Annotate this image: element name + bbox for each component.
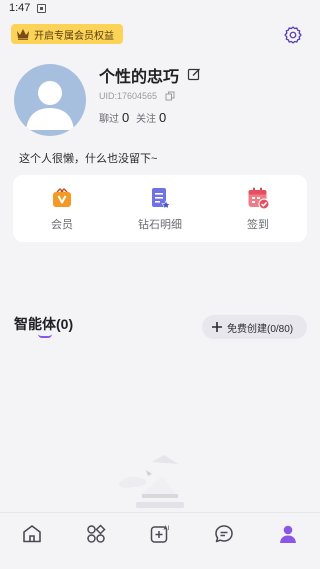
svg-text:AI: AI bbox=[164, 525, 170, 532]
sim-icon bbox=[37, 4, 46, 13]
stat-chatted[interactable]: 聊过 0 bbox=[99, 110, 129, 125]
quick-action-vip[interactable]: 会员 bbox=[13, 175, 111, 242]
vip-bag-icon bbox=[53, 188, 71, 207]
quick-actions-card: 会员 钻石明细 签到 bbox=[13, 175, 307, 242]
status-time: 1:47 bbox=[9, 2, 31, 14]
tab-profile[interactable] bbox=[276, 522, 300, 546]
crown-icon bbox=[17, 29, 29, 40]
stat-value: 0 bbox=[159, 110, 167, 125]
empty-state-illustration bbox=[119, 455, 184, 508]
tab-discover[interactable] bbox=[84, 522, 108, 546]
edit-icon[interactable] bbox=[187, 67, 201, 81]
gear-icon bbox=[284, 26, 302, 44]
tab-home[interactable] bbox=[20, 522, 44, 546]
chat-icon bbox=[215, 525, 233, 543]
copy-icon[interactable] bbox=[165, 91, 175, 101]
stat-following[interactable]: 关注 0 bbox=[136, 110, 166, 125]
diamond-detail-icon bbox=[152, 188, 171, 209]
stat-value: 0 bbox=[122, 110, 130, 125]
tab-bar: AI bbox=[0, 512, 320, 556]
title-underline bbox=[38, 334, 52, 338]
username: 个性的忠巧 bbox=[99, 69, 180, 86]
tab-ai-create[interactable]: AI bbox=[148, 522, 172, 546]
tab-chat[interactable] bbox=[212, 522, 236, 546]
quick-action-label: 会员 bbox=[51, 219, 73, 231]
create-agent-button[interactable]: 免费创建(0/80) bbox=[202, 315, 307, 339]
quick-action-check-in[interactable]: 签到 bbox=[209, 175, 307, 242]
plus-icon bbox=[212, 322, 222, 332]
quick-action-label: 钻石明细 bbox=[138, 219, 182, 231]
quick-action-label: 签到 bbox=[247, 219, 269, 231]
discover-icon bbox=[87, 524, 106, 543]
create-agent-label: 免费创建(0/80) bbox=[227, 323, 294, 335]
quick-action-diamond-detail[interactable]: 钻石明细 bbox=[111, 175, 209, 242]
status-bar: 1:47 bbox=[0, 0, 320, 18]
home-icon bbox=[23, 525, 41, 543]
settings-button[interactable] bbox=[281, 23, 305, 47]
vip-banner-label: 开启专属会员权益 bbox=[34, 30, 114, 42]
agents-section-title: 智能体(0) bbox=[14, 316, 74, 332]
calendar-check-icon bbox=[248, 187, 270, 210]
stat-label: 聊过 bbox=[99, 114, 119, 125]
system-nav-area bbox=[0, 558, 320, 569]
default-avatar-icon bbox=[26, 81, 74, 130]
profile-icon bbox=[280, 525, 296, 543]
stat-label: 关注 bbox=[136, 114, 156, 125]
user-id: UID:17604565 bbox=[99, 91, 158, 101]
ai-create-icon: AI bbox=[150, 525, 170, 543]
vip-benefits-banner[interactable]: 开启专属会员权益 bbox=[11, 24, 123, 44]
avatar[interactable] bbox=[14, 64, 86, 136]
user-bio: 这个人很懒，什么也没留下~ bbox=[19, 153, 158, 165]
